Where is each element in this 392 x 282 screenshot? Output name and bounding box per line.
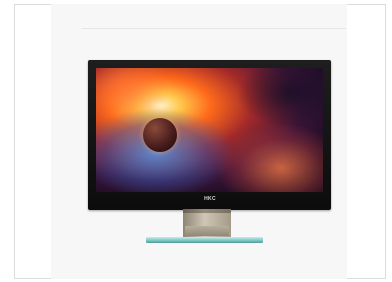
monitor: HKC — [88, 60, 331, 210]
brand-logo: HKC — [204, 196, 216, 202]
stand-hinge — [185, 226, 229, 236]
stand-base — [146, 237, 263, 243]
space-dark-region — [236, 68, 323, 128]
nebula-red — [216, 123, 323, 192]
monitor-screen — [96, 68, 323, 192]
divider — [82, 28, 346, 29]
stand-neck-shadow — [183, 209, 231, 213]
planet — [143, 118, 177, 152]
